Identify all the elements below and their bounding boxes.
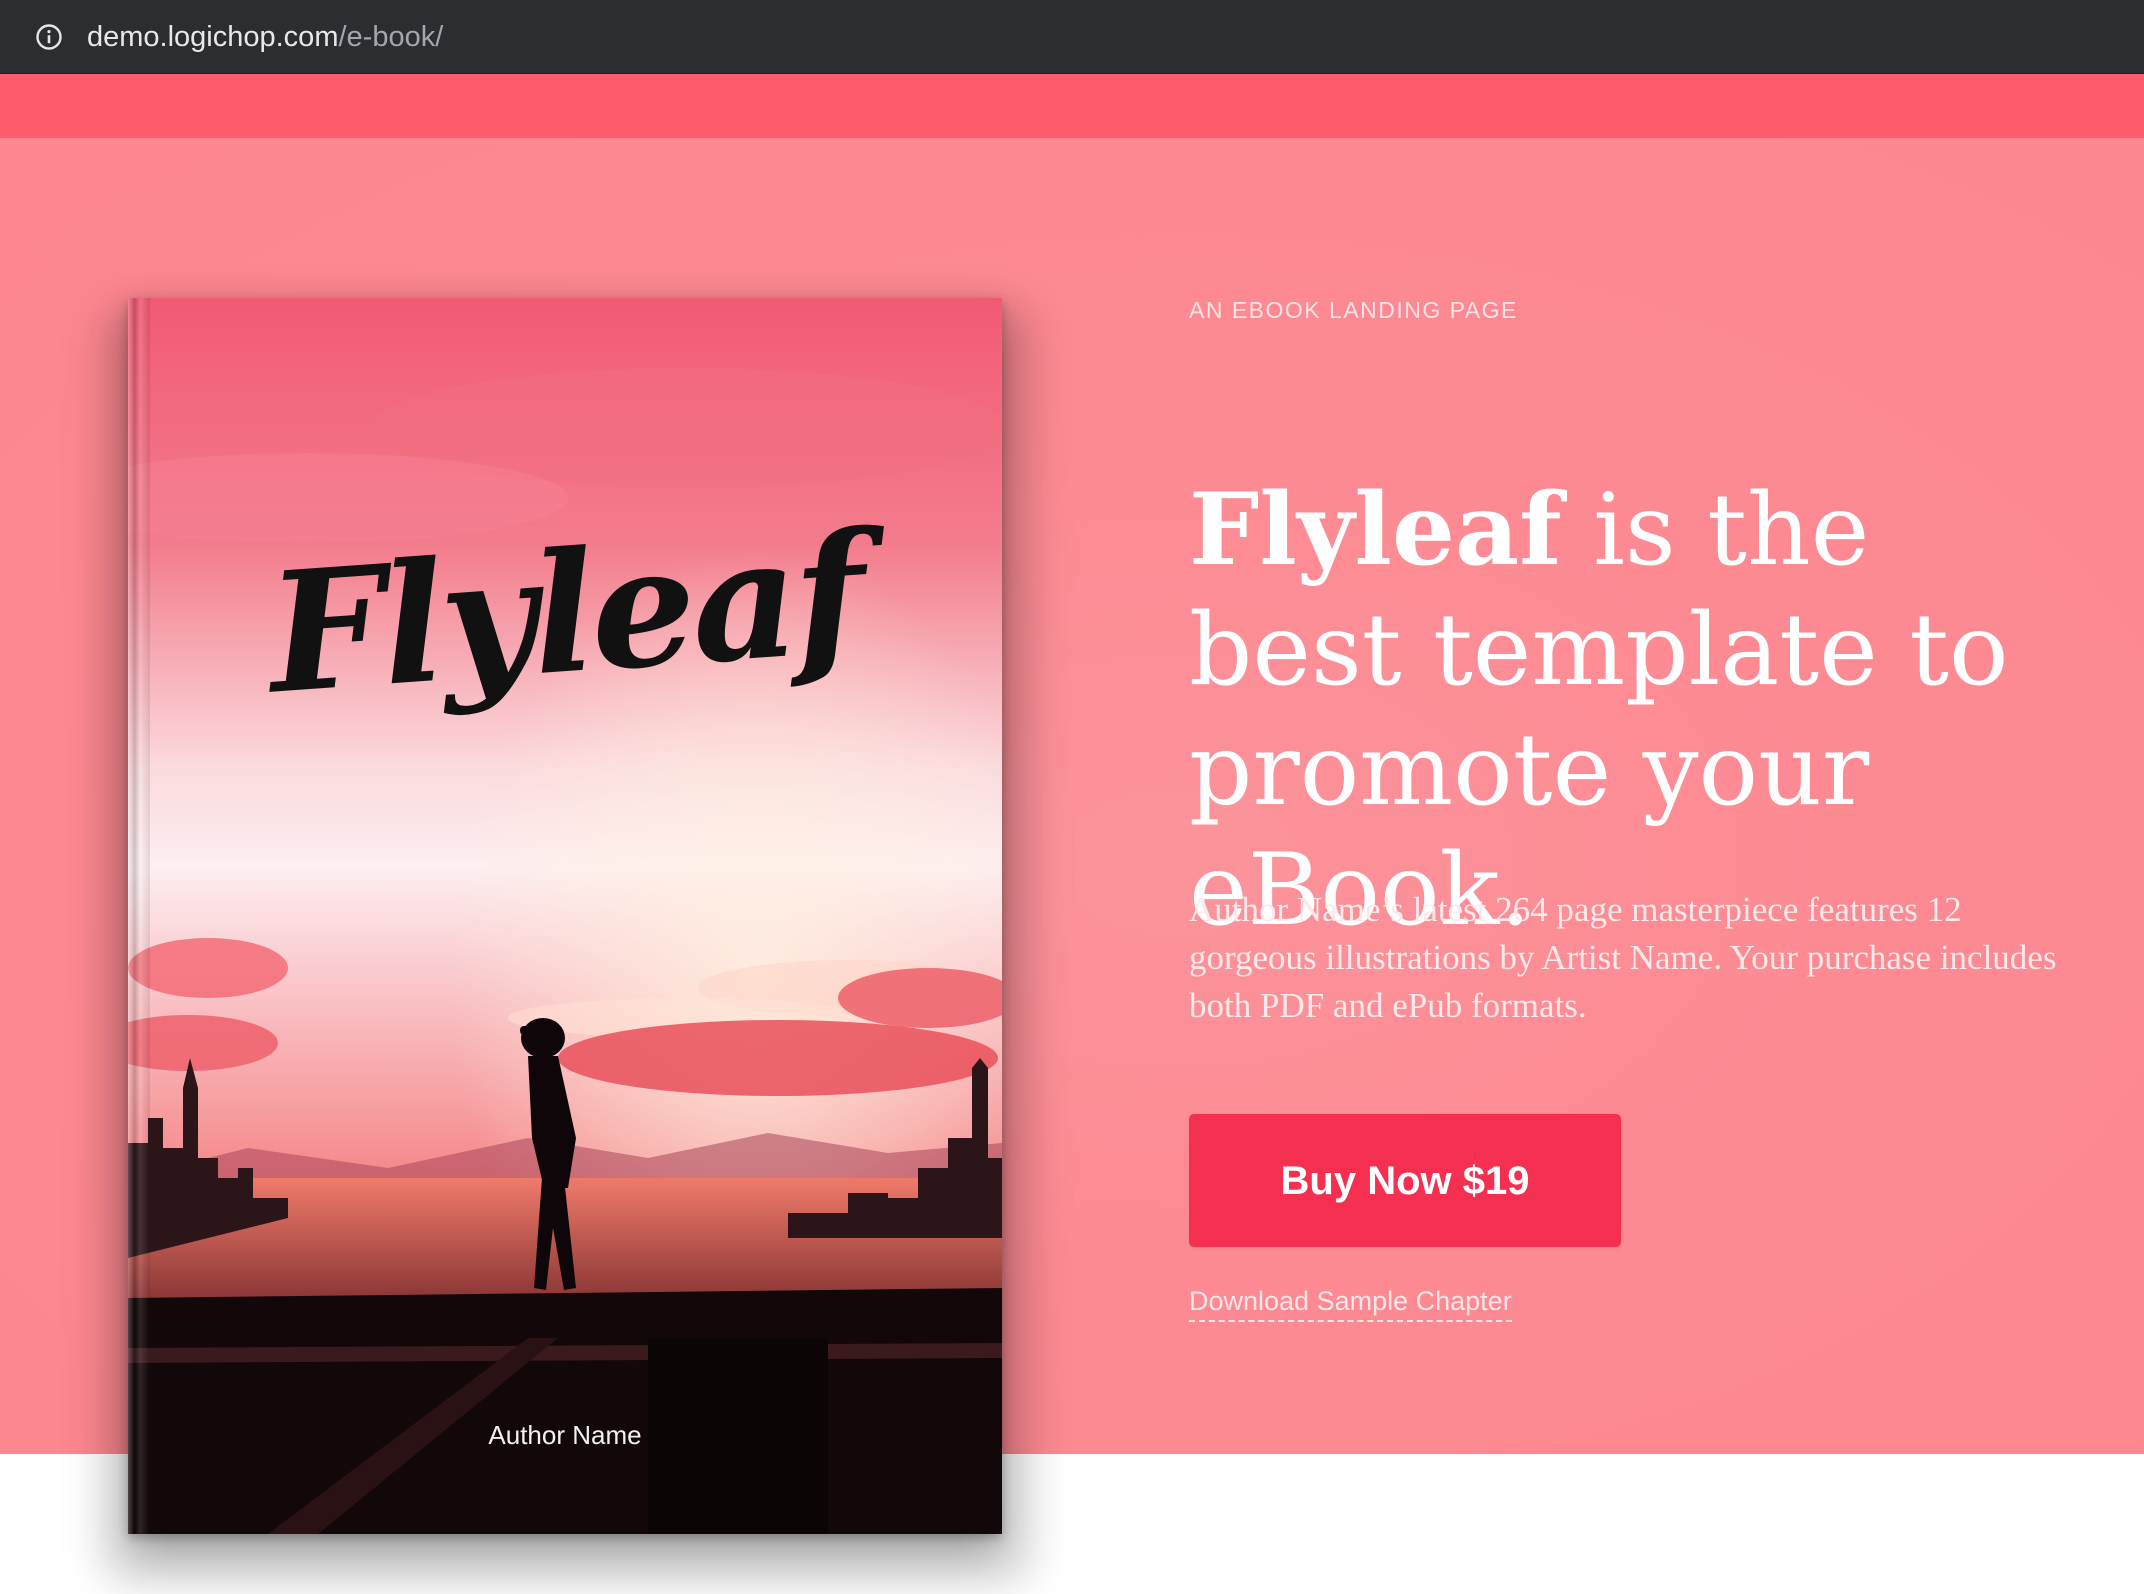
book-cover: Flyleaf Author Name <box>128 298 1002 1534</box>
top-accent-bar <box>0 74 2144 138</box>
info-circle-icon[interactable] <box>35 23 63 51</box>
buy-now-button[interactable]: Buy Now $19 <box>1189 1114 1621 1247</box>
download-sample-link[interactable]: Download Sample Chapter <box>1189 1284 1512 1322</box>
url-host: demo.logichop.com <box>87 21 339 53</box>
book-spine <box>128 298 150 1534</box>
eyebrow-label: AN EBOOK LANDING PAGE <box>1189 297 1518 323</box>
url-path: /e-book/ <box>338 21 444 53</box>
page-headline: Flyleaf is the best template to promote … <box>1189 470 2109 951</box>
url-field[interactable]: demo.logichop.com/e-book/ <box>87 18 443 56</box>
book-cover-author: Author Name <box>488 1420 642 1450</box>
browser-address-bar: demo.logichop.com/e-book/ <box>0 0 2144 74</box>
cover-illustration <box>128 298 1002 1534</box>
book-description: Author Name’s latest 264 page masterpiec… <box>1189 890 2057 1025</box>
headline-brand: Flyleaf <box>1189 472 1562 588</box>
